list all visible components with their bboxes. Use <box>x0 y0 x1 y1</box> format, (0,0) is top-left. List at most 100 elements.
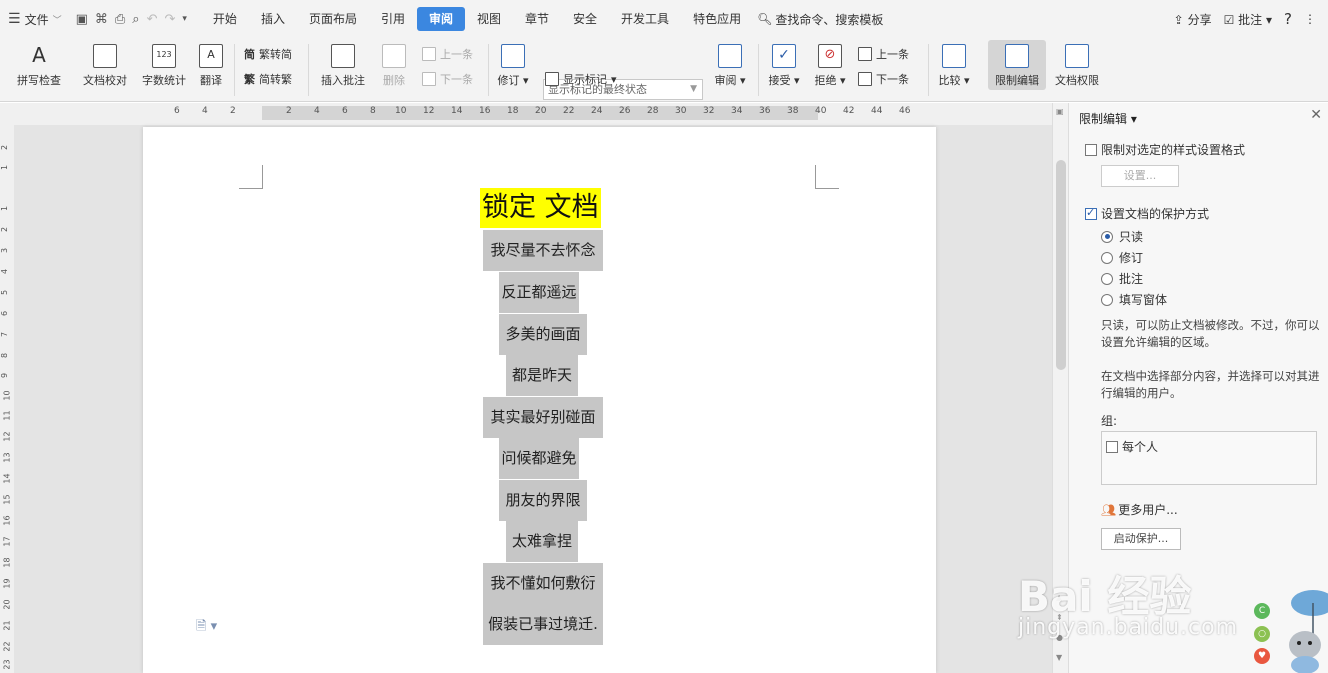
translate-button[interactable]: A 翻译 <box>196 40 226 88</box>
ruler-tick: 1 <box>0 164 10 171</box>
customize-dropdown-icon[interactable]: ▾ <box>182 14 187 24</box>
document-line[interactable]: 朋友的界限 <box>499 480 587 521</box>
ruler-tick: 32 <box>703 106 715 116</box>
scroll-down-icon[interactable]: ▼ <box>1056 653 1062 662</box>
doc-permission-button[interactable]: 文档权限 <box>1050 40 1104 88</box>
next-comment-button[interactable]: 下一条 <box>422 71 473 87</box>
word-count-button[interactable]: 123 字数统计 <box>138 40 190 88</box>
delete-label: 删除 <box>383 74 405 87</box>
document-line[interactable]: 多美的画面 <box>499 314 587 355</box>
tab-page-layout[interactable]: 页面布局 <box>297 7 369 31</box>
chevron-down-icon: ▼ <box>690 84 697 94</box>
simp-to-trad-label: 简转繁 <box>259 73 292 86</box>
help-icon[interactable]: ? <box>1284 10 1292 28</box>
undo-icon[interactable]: ↶ <box>147 12 158 27</box>
scrollbar-thumb[interactable] <box>1056 160 1066 370</box>
start-protection-button[interactable]: 启动保护... <box>1101 528 1181 550</box>
document-line[interactable]: 我尽量不去怀念 <box>483 230 603 271</box>
reject-button[interactable]: ⊘ 拒绝 ▾ <box>810 40 850 88</box>
tab-security[interactable]: 安全 <box>561 7 609 31</box>
file-menu[interactable]: ☰ 文件 ﹀ <box>0 0 62 38</box>
tab-section[interactable]: 章节 <box>513 7 561 31</box>
paragraph-layout-icon[interactable]: 🗎 ▾ <box>196 617 217 639</box>
prev-change-button[interactable]: 上一条 <box>858 46 909 62</box>
spell-check-button[interactable]: A 拼写检查 <box>8 40 70 88</box>
vertical-ruler[interactable]: 2 1 1 2 3 4 5 6 7 8 9 10 11 12 13 14 15 … <box>0 125 14 673</box>
document-line[interactable]: 假装已事过境迁. <box>483 604 603 645</box>
document-line[interactable]: 太难拿捏 <box>506 521 578 562</box>
ruler-tick: 1 <box>0 205 10 212</box>
ribbon: A 拼写检查 文档校对 123 字数统计 A 翻译 简 繁转简 繁 简转繁 插入… <box>0 38 1328 102</box>
right-tools: ⇪ 分享 ☑ 批注 ▾ ? ⋮ <box>1174 0 1328 38</box>
ruler-tick: 4 <box>0 268 10 275</box>
command-search[interactable]: 🔍︎ 查找命令、搜索模板 <box>757 11 883 28</box>
float-icon-red[interactable]: ♥ <box>1254 648 1270 664</box>
radio-comment[interactable]: 批注 <box>1101 270 1143 287</box>
accept-button[interactable]: ✓ 接受 ▾ <box>764 40 804 88</box>
radio-revision[interactable]: 修订 <box>1101 249 1143 266</box>
radio-readonly[interactable]: 只读 <box>1101 228 1143 245</box>
ribbon-separator <box>234 44 235 96</box>
tab-developer[interactable]: 开发工具 <box>609 7 681 31</box>
ruler-tick: 38 <box>787 106 799 116</box>
float-icon-green[interactable]: C <box>1254 603 1270 619</box>
document-line[interactable]: 反正都遥远 <box>499 272 579 313</box>
save-icon[interactable]: ▣ <box>76 12 88 27</box>
horizontal-ruler[interactable]: 6 4 2 2 4 6 8 10 12 14 16 18 20 22 24 26… <box>0 103 1052 125</box>
restrict-format-checkbox[interactable]: 限制对选定的样式设置格式 <box>1085 141 1245 158</box>
trad-to-simp-label: 繁转简 <box>259 48 292 61</box>
next-change-button[interactable]: 下一条 <box>858 71 909 87</box>
share-button[interactable]: ⇪ 分享 <box>1174 11 1212 28</box>
close-icon[interactable]: ✕ <box>1310 107 1322 123</box>
protect-doc-checkbox[interactable]: 设置文档的保护方式 <box>1085 205 1209 222</box>
review-label: 审阅 <box>714 74 737 87</box>
ruler-tick: 13 <box>2 452 12 463</box>
ribbon-separator <box>308 44 309 96</box>
tab-insert[interactable]: 插入 <box>249 7 297 31</box>
document-line[interactable]: 我不懂如何敷衍 <box>483 563 603 604</box>
revise-button[interactable]: 修订 ▾ <box>494 40 532 88</box>
tab-references[interactable]: 引用 <box>369 7 417 31</box>
restrict-edit-button[interactable]: 限制编辑 <box>988 40 1046 90</box>
redo-icon[interactable]: ↷ <box>164 12 175 27</box>
more-users-link[interactable]: 👥︎ 更多用户... <box>1101 501 1178 518</box>
tab-review[interactable]: 审阅 <box>416 7 465 31</box>
document-line[interactable]: 问候都避免 <box>499 438 579 479</box>
radio-circle <box>1101 251 1113 264</box>
ruler-tick: 6 <box>342 106 348 116</box>
everyone-checkbox[interactable]: 每个人 <box>1106 438 1158 455</box>
print-preview-icon[interactable]: ⌕ <box>132 12 139 27</box>
quick-access-toolbar: ▣ ⌘ ⎙ ⌕ ↶ ↷ ▾ <box>76 12 187 27</box>
insert-comment-button[interactable]: 插入批注 <box>316 40 370 88</box>
document-title[interactable]: 锁定 文档 <box>480 188 601 228</box>
more-icon[interactable]: ⋮ <box>1304 12 1316 26</box>
doc-proofread-button[interactable]: 文档校对 <box>78 40 132 88</box>
ruler-tick: 2 <box>286 106 292 116</box>
settings-button[interactable]: 设置... <box>1101 165 1179 187</box>
panel-title[interactable]: 限制编辑 ▾ <box>1079 110 1137 127</box>
tab-start[interactable]: 开始 <box>201 7 249 31</box>
tab-special[interactable]: 特色应用 <box>681 7 753 31</box>
document-line[interactable]: 其实最好别碰面 <box>483 397 603 438</box>
radio-circle <box>1101 293 1113 306</box>
delete-comment-button[interactable]: 删除 <box>376 40 412 88</box>
document-line[interactable]: 都是昨天 <box>506 355 578 396</box>
show-markup-button[interactable]: 显示标记 ▾ <box>545 71 617 87</box>
float-icon-lime[interactable]: ○ <box>1254 626 1270 642</box>
review-pane-button[interactable]: 审阅 ▾ <box>710 40 750 88</box>
word-count-label: 字数统计 <box>142 74 186 87</box>
checkbox-box <box>1106 440 1118 453</box>
format-painter-icon[interactable]: ⌘ <box>95 12 108 27</box>
tab-view[interactable]: 视图 <box>465 7 513 31</box>
compare-button[interactable]: 比较 ▾ <box>934 40 974 88</box>
panel-toggle-icon[interactable]: ▣ <box>1056 107 1064 116</box>
ruler-tick: 40 <box>815 106 827 116</box>
ruler-tick: 14 <box>2 473 12 484</box>
prev-comment-button[interactable]: 上一条 <box>422 46 473 62</box>
trad-to-simp-button[interactable]: 简 繁转简 <box>244 46 292 62</box>
print-icon[interactable]: ⎙ <box>115 12 125 27</box>
ruler-tick: 12 <box>423 106 435 116</box>
comment-button[interactable]: ☑ 批注 ▾ <box>1224 11 1272 28</box>
radio-fill-form[interactable]: 填写窗体 <box>1101 291 1167 308</box>
simp-to-trad-button[interactable]: 繁 简转繁 <box>244 71 292 87</box>
